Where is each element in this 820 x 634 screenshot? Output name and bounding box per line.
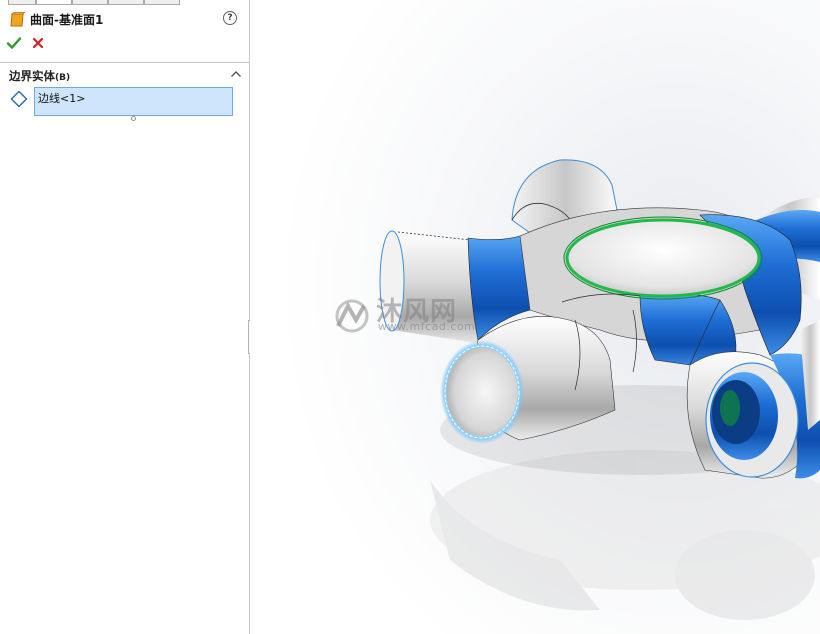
section-shortcut: (B) (55, 73, 71, 83)
tab-display-manager[interactable] (144, 0, 180, 5)
checkmark-icon[interactable] (6, 35, 22, 51)
tab-feature-manager[interactable] (8, 0, 36, 5)
watermark-logo-icon (335, 299, 369, 333)
property-manager-panel: 曲面-基准面1 ? 边界实体(B) 边线<1> (0, 0, 249, 634)
tube-front-right (686, 351, 820, 479)
list-item[interactable]: 边线<1> (38, 90, 85, 106)
watermark-url: www.mfcad.com (378, 320, 476, 333)
section-divider (0, 62, 249, 63)
top-cap-face[interactable] (565, 218, 761, 298)
panel-tab-strip (0, 0, 249, 5)
boundary-entity-icon (10, 90, 28, 108)
section-title[interactable]: 边界实体(B) (9, 68, 70, 84)
graphics-viewport[interactable] (250, 0, 820, 634)
boundary-entities-selection-box[interactable]: 边线<1> (34, 87, 233, 116)
section-title-label: 边界实体 (9, 69, 55, 83)
tab-dimxpert-manager[interactable] (108, 0, 144, 5)
surface-plane-icon (10, 12, 25, 27)
tab-property-manager[interactable] (36, 0, 72, 5)
tab-configuration-manager[interactable] (72, 0, 108, 5)
feature-title: 曲面-基准面1 (30, 13, 104, 27)
close-icon[interactable] (31, 36, 45, 50)
list-resize-grip[interactable] (131, 116, 136, 121)
help-icon[interactable]: ? (223, 11, 237, 25)
chevron-up-icon[interactable] (230, 70, 242, 78)
